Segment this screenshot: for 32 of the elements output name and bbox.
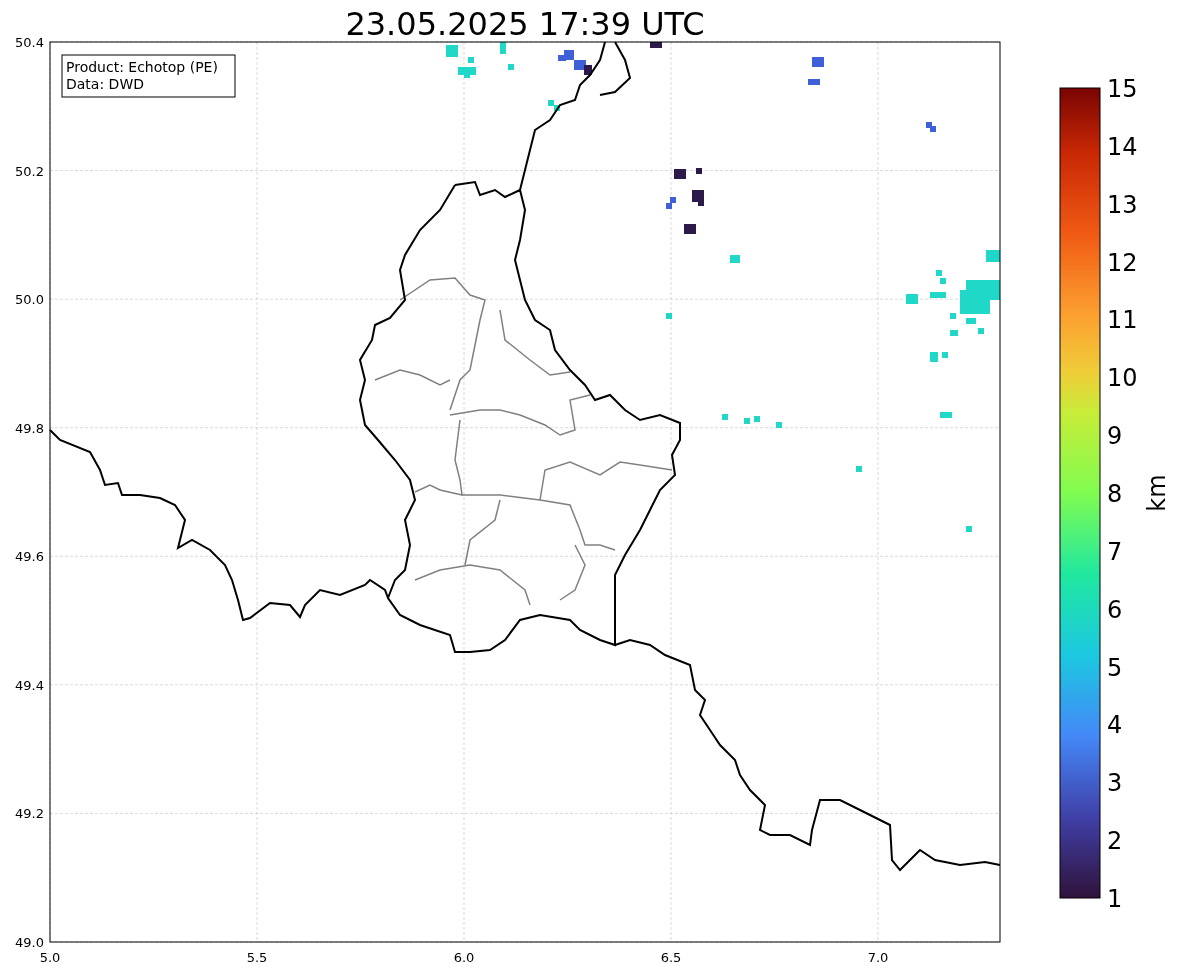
colorbar-tick-label: 7 — [1107, 537, 1123, 566]
y-tick-label: 50.2 — [15, 163, 44, 179]
x-tick-label: 6.0 — [453, 950, 475, 965]
chart-title: 23.05.2025 17:39 UTC — [345, 5, 705, 43]
colorbar-label: km — [1143, 474, 1171, 512]
colorbar-tick-label: 9 — [1107, 422, 1123, 451]
info-text: Data: DWD — [66, 76, 144, 92]
y-tick-label: 49.6 — [15, 549, 44, 565]
colorbar-tick-label: 15 — [1107, 75, 1138, 103]
info-text: Product: Echotop (PE) — [66, 59, 218, 75]
x-tick-label: 7.0 — [867, 950, 889, 965]
y-tick-label: 50.4 — [15, 35, 44, 50]
colorbar-tick-label: 11 — [1107, 306, 1138, 335]
y-tick-label: 49.8 — [15, 420, 44, 436]
x-tick-label: 5.5 — [246, 950, 268, 965]
x-tick-label: 5.0 — [39, 950, 61, 965]
colorbar-tick-label: 6 — [1107, 595, 1123, 624]
colorbar-tick-label: 12 — [1107, 248, 1138, 277]
colorbar-tick-label: 14 — [1107, 132, 1138, 161]
y-tick-label: 49.2 — [15, 806, 44, 822]
colorbar-tick-label: 1 — [1107, 885, 1123, 913]
y-tick-label: 49.0 — [15, 935, 44, 950]
colorbar-tick-label: 4 — [1107, 711, 1123, 740]
colorbar-tick-label: 5 — [1107, 653, 1123, 682]
y-tick-label: 50.0 — [15, 292, 44, 308]
colorbar-tick-label: 2 — [1107, 827, 1123, 856]
colorbar-tick-label: 10 — [1107, 364, 1138, 393]
y-tick-label: 49.4 — [15, 677, 44, 693]
x-tick-label: 6.5 — [660, 950, 682, 965]
colorbar-tick-label: 8 — [1107, 480, 1123, 508]
colorbar-tick-label: 3 — [1107, 769, 1123, 798]
colorbar-tick-label: 13 — [1107, 190, 1138, 219]
